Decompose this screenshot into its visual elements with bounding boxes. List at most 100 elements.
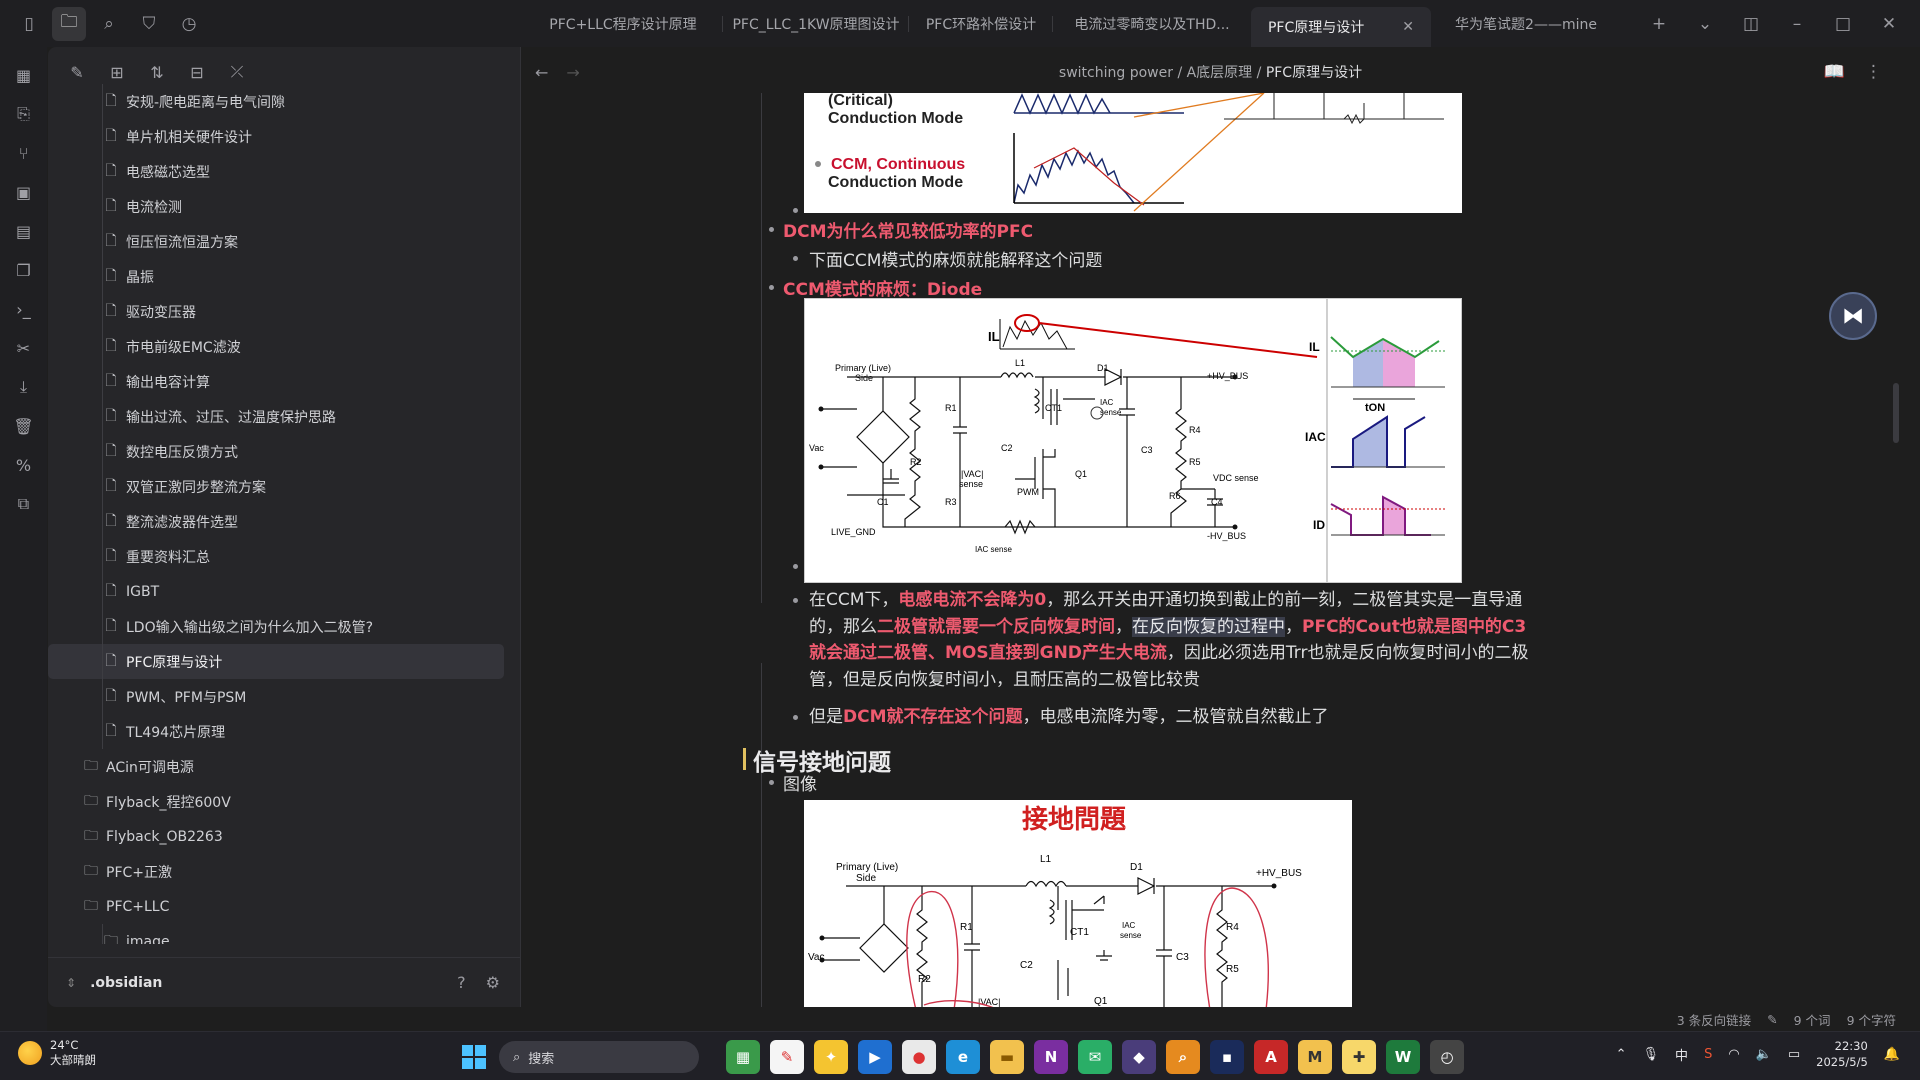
reading-view-icon[interactable]: 📖 (1824, 62, 1845, 82)
taskbar-search[interactable]: ⌕ 搜索 (499, 1041, 699, 1073)
onenote-app-icon[interactable]: N (1034, 1040, 1068, 1074)
microphone-icon[interactable]: 🎙 (1643, 1047, 1660, 1062)
file-item[interactable]: 🗋 LDO输入输出级之间为什么加入二极管? (48, 609, 520, 644)
clock[interactable]: 22:30 2025/5/5 (1816, 1038, 1868, 1070)
new-tab-icon[interactable]: + (1638, 7, 1680, 41)
download-icon[interactable]: ⤓ (8, 371, 40, 403)
clock-app-icon[interactable]: ◴ (1430, 1040, 1464, 1074)
file-item[interactable]: 🗋 双管正激同步整流方案 (48, 469, 520, 504)
split-view-icon[interactable]: ◫ (1730, 7, 1772, 41)
maximize-icon[interactable]: □ (1822, 7, 1864, 41)
file-item[interactable]: 🗋 整流滤波器件选型 (48, 504, 520, 539)
wifi-icon[interactable]: ◠ (1728, 1047, 1739, 1062)
breadcrumb-folder[interactable]: A底层原理 (1187, 65, 1253, 81)
file-item[interactable]: 🗋 PWM、PFM与PSM (48, 679, 520, 714)
remote-app-icon[interactable]: ▶ (858, 1040, 892, 1074)
file-item[interactable]: 🗋 恒压恒流恒温方案 (48, 224, 520, 259)
start-button-windows-icon[interactable] (462, 1045, 486, 1069)
file-item[interactable]: 🗋 重要资料汇总 (48, 539, 520, 574)
file-item[interactable]: 🗋 IGBT (48, 574, 520, 609)
tab-pfc-principle[interactable]: PFC原理与设计 ✕ (1251, 7, 1431, 47)
wps-app-icon[interactable]: W (1386, 1040, 1420, 1074)
file-item[interactable]: 🗋 数控电压反馈方式 (48, 434, 520, 469)
trash-icon[interactable]: 🗑 (8, 410, 40, 442)
file-import-icon[interactable]: ⎘ (8, 98, 40, 130)
folder-icon[interactable]: 🗀 (52, 6, 86, 41)
ime-indicator[interactable]: 中 (1675, 1045, 1688, 1064)
file-item[interactable]: 🗋 电流检测 (48, 189, 520, 224)
widgets-app-icon[interactable]: ▦ (726, 1040, 760, 1074)
editor-scrollbar[interactable] (1893, 383, 1899, 443)
file-explorer-app-icon[interactable]: ▬ (990, 1040, 1024, 1074)
copy-icon[interactable]: ❐ (8, 254, 40, 286)
forward-arrow-icon[interactable]: → (566, 63, 579, 82)
folder-item[interactable]: 🗀 PFC+正激 (48, 854, 520, 889)
tab-thd[interactable]: 电流过零畸变以及THD... (1053, 7, 1251, 41)
bookmark-icon[interactable]: ⛉ (132, 7, 166, 41)
percent-icon[interactable]: % (8, 449, 40, 481)
edge-app-icon[interactable]: e (946, 1040, 980, 1074)
table-icon[interactable]: ▦ (8, 59, 40, 91)
volume-icon[interactable]: 🔈 (1756, 1047, 1772, 1062)
layers-icon[interactable]: ⧉ (8, 488, 40, 520)
breadcrumb-root[interactable]: switching power (1059, 65, 1173, 81)
settings-gear-icon[interactable]: ⚙ (486, 973, 500, 992)
toggle-sidebar-icon[interactable]: ▯ (12, 7, 46, 41)
close-tab-icon[interactable]: ✕ (1402, 19, 1414, 35)
tab-pfc-llc-1kw[interactable]: PFC_LLC_1KW原理图设计 (723, 7, 909, 41)
back-arrow-icon[interactable]: ← (535, 63, 548, 82)
help-icon[interactable]: ? (457, 973, 466, 992)
ai-assistant-floating-button[interactable]: ⧓ (1829, 292, 1877, 340)
pdf-editor-app-icon[interactable]: ✎ (770, 1040, 804, 1074)
weather-widget[interactable]: 24°C 大部晴朗 (18, 1038, 96, 1068)
file-item[interactable]: 🗋 市电前级EMC滤波 (48, 329, 520, 364)
folder-item[interactable]: 🗀 ACin可调电源 (48, 749, 520, 784)
file-item[interactable]: 🗋 PFC原理与设计 (48, 644, 504, 679)
notification-bell-icon[interactable]: 🔔 (1884, 1047, 1900, 1062)
file-item[interactable]: 🗋 输出过流、过压、过温度保护思路 (48, 399, 520, 434)
breadcrumb-current[interactable]: PFC原理与设计 (1266, 65, 1362, 81)
folder-item[interactable]: 🗀 Flyback_OB2263 (48, 819, 520, 854)
more-options-icon[interactable]: ⋮ (1865, 62, 1882, 82)
backlinks-count[interactable]: 3 条反向链接 (1677, 1010, 1751, 1029)
file-item[interactable]: 🗋 安规-爬电距离与电气间隙 (48, 84, 520, 119)
tools-icon[interactable]: ✂ (8, 332, 40, 364)
close-window-icon[interactable]: ✕ (1868, 7, 1910, 41)
minimize-icon[interactable]: – (1776, 7, 1818, 41)
obsidian-app-icon[interactable]: ◆ (1122, 1040, 1156, 1074)
file-item[interactable]: 🗋 单片机相关硬件设计 (48, 119, 520, 154)
graph-icon[interactable]: ⑂ (8, 137, 40, 169)
calendar-icon[interactable]: ▤ (8, 215, 40, 247)
notes-app-icon[interactable]: ✦ (814, 1040, 848, 1074)
file-item[interactable]: 🗋 电感磁芯选型 (48, 154, 520, 189)
wechat-app-icon[interactable]: ✉ (1078, 1040, 1112, 1074)
tray-chevron-icon[interactable]: ⌃ (1616, 1047, 1627, 1062)
folder-item[interactable]: 🗀 PFC+LLC (48, 889, 520, 924)
m-app-icon[interactable]: M (1298, 1040, 1332, 1074)
folder-item[interactable]: 🗀 image (48, 924, 520, 944)
vault-switcher[interactable]: ⇕ .obsidian ? ⚙ (48, 957, 520, 1007)
acrobat-app-icon[interactable]: A (1254, 1040, 1288, 1074)
tab-pfc-loop[interactable]: PFC环路补偿设计 (909, 7, 1053, 41)
canvas-icon[interactable]: ▣ (8, 176, 40, 208)
tab-list-chevron-icon[interactable]: ⌄ (1684, 7, 1726, 41)
tab-pfc-llc-program[interactable]: PFC+LLC程序设计原理 (523, 7, 723, 41)
file-item[interactable]: 🗋 晶振 (48, 259, 520, 294)
chrome-app-icon[interactable]: ● (902, 1040, 936, 1074)
file-icon: 🗋 (105, 442, 117, 459)
edit-mode-icon[interactable]: ✎ (1767, 1012, 1777, 1027)
tab-huawei[interactable]: 华为笔试题2——mine (1431, 7, 1621, 41)
tree-indent-guide (102, 679, 103, 714)
search-tool-app-icon[interactable]: ⌕ (1166, 1040, 1200, 1074)
folder-item[interactable]: 🗀 Flyback_程控600V (48, 784, 520, 819)
file-item[interactable]: 🗋 TL494芯片原理 (48, 714, 520, 749)
battery-icon[interactable]: ▭ (1788, 1047, 1800, 1062)
file-item[interactable]: 🗋 输出电容计算 (48, 364, 520, 399)
terminal-app-icon[interactable]: ▪ (1210, 1040, 1244, 1074)
terminal-icon[interactable]: ›_ (8, 293, 40, 325)
clock-icon[interactable]: ◷ (172, 7, 206, 41)
sticky-app-icon[interactable]: ✚ (1342, 1040, 1376, 1074)
file-item[interactable]: 🗋 驱动变压器 (48, 294, 520, 329)
sogou-icon[interactable]: S (1704, 1047, 1712, 1062)
search-icon[interactable]: ⌕ (92, 7, 126, 41)
